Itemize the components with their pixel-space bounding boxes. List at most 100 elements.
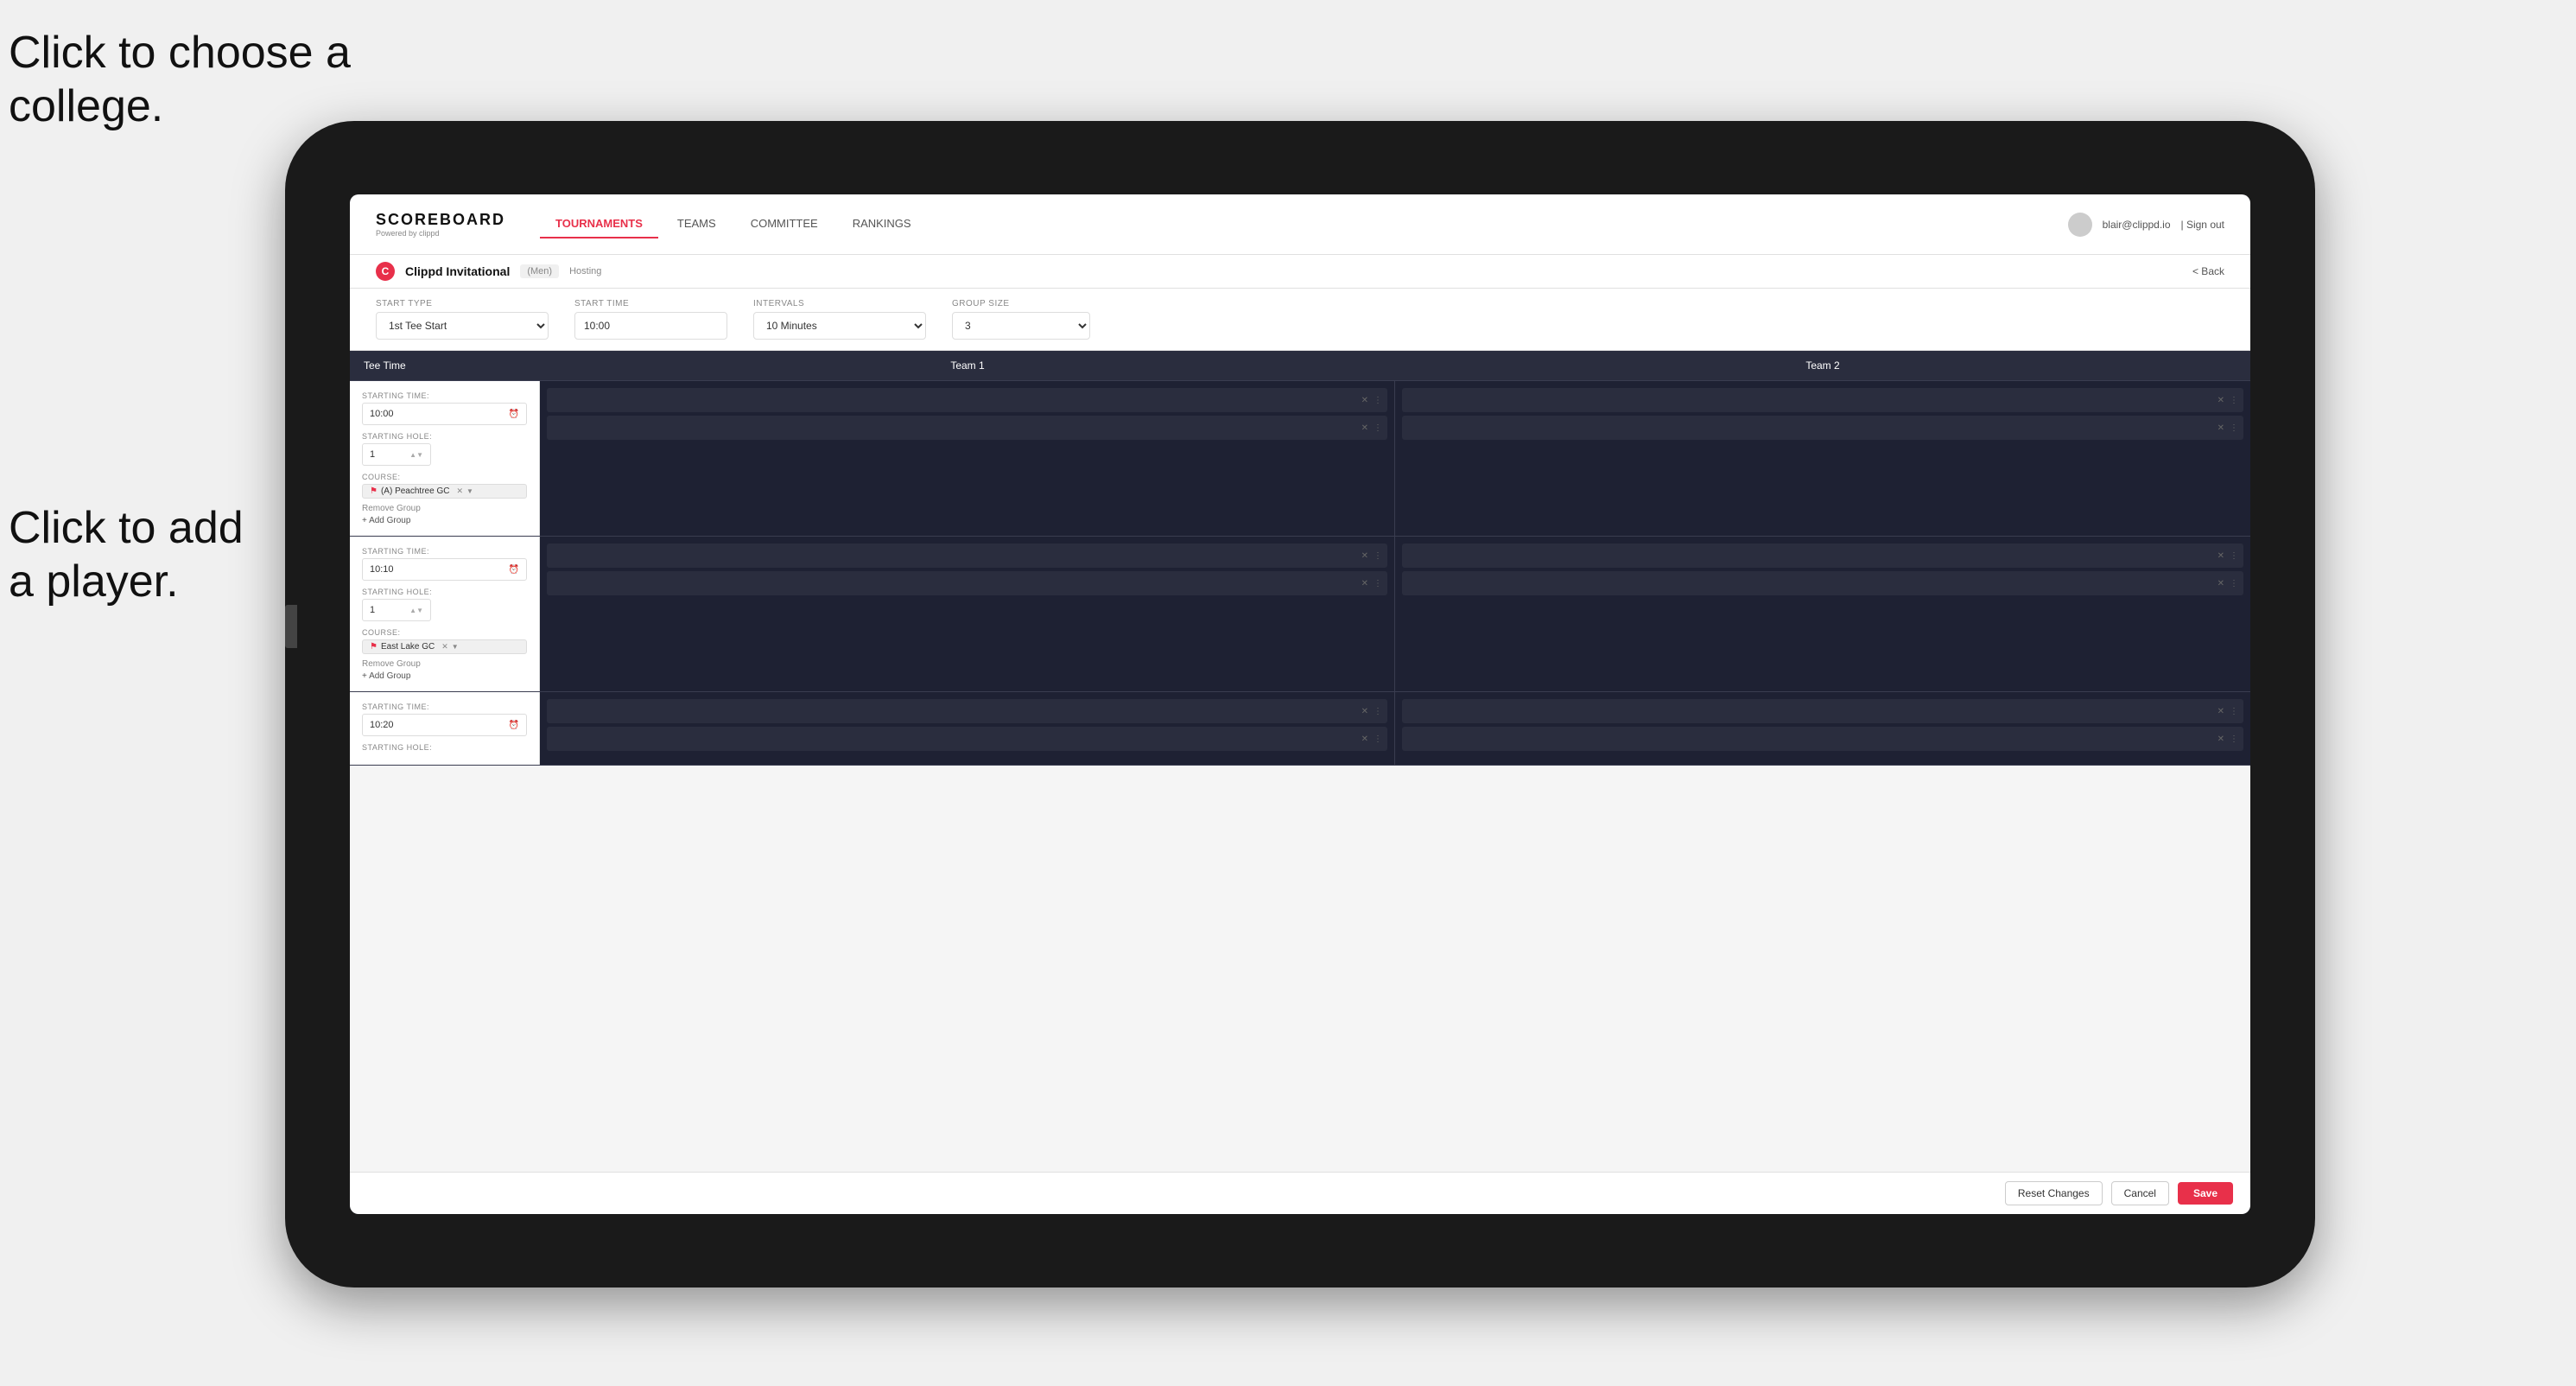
reset-button[interactable]: Reset Changes (2005, 1181, 2103, 1205)
course-label-2: COURSE: (362, 628, 527, 637)
add-group-2[interactable]: + Add Group (362, 671, 527, 681)
slot-icon-10[interactable]: ⋮ (2230, 551, 2238, 561)
logo-area: SCOREBOARD Powered by clippd (376, 211, 505, 238)
col-team1: Team 1 (540, 351, 1395, 380)
team1-slot-1-2[interactable]: ✕ ⋮ (547, 416, 1387, 440)
starting-hole-label-2: STARTING HOLE: (362, 588, 527, 596)
clippd-logo: C (376, 262, 395, 281)
remove-group-2[interactable]: Remove Group (362, 659, 527, 669)
starting-hole-label-1: STARTING HOLE: (362, 432, 527, 441)
start-time-input[interactable] (574, 312, 727, 340)
nav-tab-committee[interactable]: COMMITTEE (735, 210, 834, 238)
group-left-1: STARTING TIME: 10:00 ⏰ STARTING HOLE: 1 … (350, 381, 540, 536)
nav-tab-teams[interactable]: TEAMS (662, 210, 732, 238)
back-button[interactable]: < Back (2192, 265, 2224, 277)
course-expand-2[interactable]: ▼ (452, 643, 459, 651)
group-size-label: Group Size (952, 299, 1090, 308)
team2-slot-2-1[interactable]: ✕ ⋮ (1402, 544, 2243, 568)
col-tee-time: Tee Time (350, 351, 540, 380)
team2-group-1: ✕ ⋮ ✕ ⋮ (1395, 381, 2250, 536)
course-icon-2: ⚑ (370, 642, 378, 652)
slot-expand-icon-4[interactable]: ⋮ (2230, 423, 2238, 433)
start-time-group: Start Time (574, 299, 727, 340)
course-expand-1[interactable]: ▼ (466, 487, 473, 495)
slot-expand-icon-3[interactable]: ⋮ (2230, 396, 2238, 405)
start-type-label: Start Type (376, 299, 549, 308)
team2-slot-3-2[interactable]: ✕ ⋮ (1402, 727, 2243, 751)
course-icon-1: ⚑ (370, 486, 378, 496)
course-label-1: COURSE: (362, 473, 527, 481)
team2-slot-2-2[interactable]: ✕ ⋮ (1402, 571, 2243, 595)
course-tag-1[interactable]: ⚑ (A) Peachtree GC ✕ ▼ (362, 484, 527, 499)
team2-slot-1-1[interactable]: ✕ ⋮ (1402, 388, 2243, 412)
slot-icon-13[interactable]: ✕ (1361, 707, 1368, 716)
course-tag-2[interactable]: ⚑ East Lake GC ✕ ▼ (362, 639, 527, 654)
sign-out-link[interactable]: | Sign out (2181, 219, 2224, 231)
slot-icon-5[interactable]: ✕ (1361, 551, 1368, 561)
sub-header: C Clippd Invitational (Men) Hosting < Ba… (350, 255, 2250, 289)
slot-icon-18[interactable]: ⋮ (2230, 707, 2238, 716)
starting-time-input-3[interactable]: 10:20 ⏰ (362, 714, 527, 736)
slot-expand-icon[interactable]: ⋮ (1374, 396, 1382, 405)
nav-tab-tournaments[interactable]: TOURNAMENTS (540, 210, 658, 238)
tablet-side-button[interactable] (285, 605, 297, 648)
slot-icon-9[interactable]: ✕ (2218, 551, 2224, 561)
starting-hole-input-1[interactable]: 1 ▲▼ (362, 443, 431, 466)
user-avatar (2068, 213, 2092, 237)
save-button[interactable]: Save (2178, 1182, 2233, 1205)
header-right: blair@clippd.io | Sign out (2068, 213, 2224, 237)
course-clear-2[interactable]: ✕ (441, 642, 448, 652)
intervals-group: Intervals 10 Minutes (753, 299, 926, 340)
annotation-player: Click to add a player. (9, 501, 244, 609)
add-group-1[interactable]: + Add Group (362, 516, 527, 525)
slot-icon-12[interactable]: ⋮ (2230, 579, 2238, 588)
group-size-select[interactable]: 3 (952, 312, 1090, 340)
team2-slot-3-1[interactable]: ✕ ⋮ (1402, 699, 2243, 723)
intervals-label: Intervals (753, 299, 926, 308)
user-email: blair@clippd.io (2103, 219, 2171, 231)
cancel-button[interactable]: Cancel (2111, 1181, 2169, 1205)
team1-slot-1-1[interactable]: ✕ ⋮ (547, 388, 1387, 412)
annotation-college: Click to choose a college. (9, 26, 351, 134)
team1-slot-3-2[interactable]: ✕ ⋮ (547, 727, 1387, 751)
course-name-2: East Lake GC (381, 642, 435, 652)
slot-icon-11[interactable]: ✕ (2218, 579, 2224, 588)
main-content: Tee Time Team 1 Team 2 STARTING TIME: 10… (350, 351, 2250, 1172)
start-type-select[interactable]: 1st Tee Start (376, 312, 549, 340)
team2-slot-1-2[interactable]: ✕ ⋮ (1402, 416, 2243, 440)
slot-icon-14[interactable]: ⋮ (1374, 707, 1382, 716)
slot-expand-icon-2[interactable]: ⋮ (1374, 423, 1382, 433)
course-clear-1[interactable]: ✕ (456, 486, 463, 496)
slot-icon-19[interactable]: ✕ (2218, 734, 2224, 744)
team1-slot-2-2[interactable]: ✕ ⋮ (547, 571, 1387, 595)
slot-close-icon[interactable]: ✕ (1361, 396, 1368, 405)
starting-hole-input-2[interactable]: 1 ▲▼ (362, 599, 431, 621)
start-time-label: Start Time (574, 299, 727, 308)
logo-sub: Powered by clippd (376, 229, 505, 238)
slot-icon-6[interactable]: ⋮ (1374, 551, 1382, 561)
team1-slot-3-1[interactable]: ✕ ⋮ (547, 699, 1387, 723)
remove-group-1[interactable]: Remove Group (362, 504, 527, 513)
slot-close-icon-4[interactable]: ✕ (2218, 423, 2224, 433)
intervals-select[interactable]: 10 Minutes (753, 312, 926, 340)
team1-group-1: ✕ ⋮ ✕ ⋮ (540, 381, 1395, 536)
team1-slot-2-1[interactable]: ✕ ⋮ (547, 544, 1387, 568)
slot-close-icon-2[interactable]: ✕ (1361, 423, 1368, 433)
slot-icon-15[interactable]: ✕ (1361, 734, 1368, 744)
nav-tab-rankings[interactable]: RANKINGS (837, 210, 927, 238)
starting-time-input-2[interactable]: 10:10 ⏰ (362, 558, 527, 581)
slot-icon-17[interactable]: ✕ (2218, 707, 2224, 716)
start-type-group: Start Type 1st Tee Start (376, 299, 549, 340)
slot-icon-16[interactable]: ⋮ (1374, 734, 1382, 744)
logo-title: SCOREBOARD (376, 211, 505, 229)
slot-icon-8[interactable]: ⋮ (1374, 579, 1382, 588)
slot-icon-20[interactable]: ⋮ (2230, 734, 2238, 744)
slot-close-icon-3[interactable]: ✕ (2218, 396, 2224, 405)
starting-time-input-1[interactable]: 10:00 ⏰ (362, 403, 527, 425)
hosting-tag: Hosting (569, 266, 601, 277)
col-team2: Team 2 (1395, 351, 2250, 380)
form-controls: Start Type 1st Tee Start Start Time Inte… (350, 289, 2250, 351)
app-header: SCOREBOARD Powered by clippd TOURNAMENTS… (350, 194, 2250, 255)
slot-icon-7[interactable]: ✕ (1361, 579, 1368, 588)
team1-group-3: ✕ ⋮ ✕ ⋮ (540, 692, 1395, 765)
